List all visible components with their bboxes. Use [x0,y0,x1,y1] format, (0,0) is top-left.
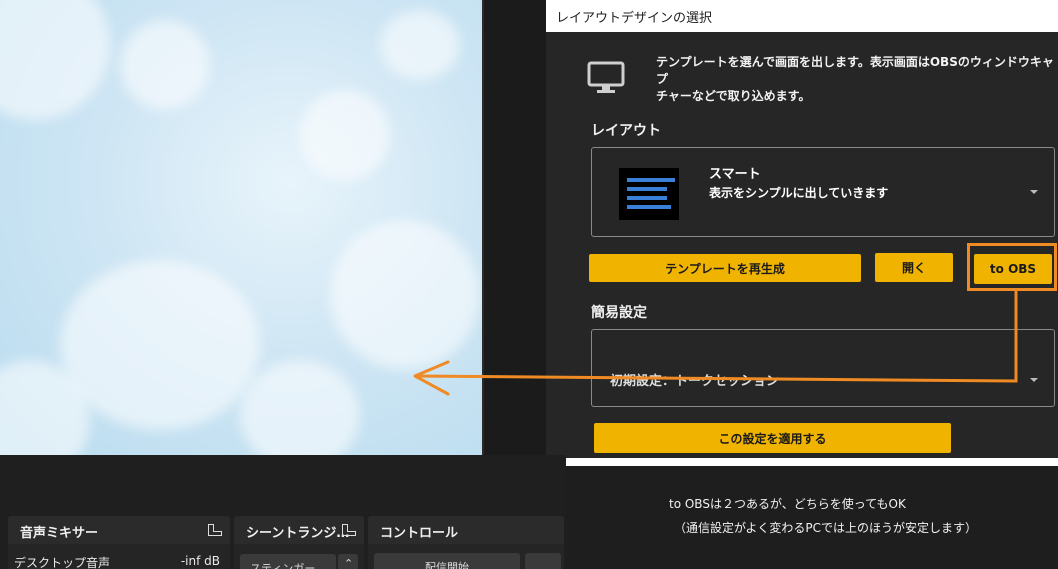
layout-name: スマート [709,167,761,182]
open-button[interactable]: 開く [875,253,953,282]
preview-border [482,0,546,455]
intro-text: テンプレートを選んで画面を出します。表示画面はOBSのウィンドウキャプ チャーな… [656,54,1056,105]
bokeh-light [120,20,210,110]
bokeh-light [300,90,390,180]
chevron-down-icon [1030,378,1038,382]
bokeh-light [240,360,360,455]
simple-settings-label: 簡易設定 [591,305,647,321]
intro-line: テンプレートを選んで画面を出します。表示画面はOBSのウィンドウキャプ [656,55,1054,86]
controls-side-button[interactable] [525,553,561,569]
audio-mixer-title: 音声ミキサー [20,526,99,541]
preview-canvas [0,0,482,455]
dialog-title: レイアウトデザインの選択 [546,0,1058,32]
regenerate-template-button[interactable]: テンプレートを再生成 [589,254,861,282]
simple-settings-select[interactable]: 初期設定：トークセッション [591,329,1055,407]
apply-settings-button[interactable]: この設定を適用する [594,423,951,453]
monitor-icon [587,61,625,93]
simple-settings-value: 初期設定：トークセッション [610,374,780,389]
transition-select[interactable]: スティンガー [240,554,336,569]
layout-label: レイアウト [591,123,661,139]
layout-thumbnail [619,168,679,220]
chevron-down-icon [1030,190,1038,194]
mixer-level: -inf dB [180,554,220,568]
layout-description: 表示をシンプルに出していきます [709,186,889,200]
scene-transition-body: スティンガー ⌃ [234,544,364,569]
bokeh-light [0,0,110,120]
audio-mixer-body: デスクトップ音声 -inf dB [8,544,230,569]
bokeh-light [380,10,460,80]
bokeh-light [60,260,260,430]
mixer-source-label: デスクトップ音声 [14,556,111,569]
layout-select[interactable]: スマート 表示をシンプルに出していきます [591,147,1055,237]
note-area: to OBSは２つあるが、どちらを使ってもOK （通信設定がよく変わるPCでは上… [566,466,1058,569]
to-obs-highlight [967,243,1057,291]
controls-header: コントロール [368,516,564,544]
popout-icon[interactable] [342,524,356,536]
intro-line: チャーなどで取り込めます。 [656,89,811,103]
chevron-up-icon[interactable]: ⌃ [338,554,358,569]
popout-icon[interactable] [208,524,222,536]
controls-title: コントロール [380,526,459,541]
bokeh-light [330,220,480,370]
note-line: to OBSは２つあるが、どちらを使ってもOK [669,497,906,511]
start-streaming-button[interactable]: 配信開始 [374,553,520,569]
scene-transition-header: シーントランジ… [234,516,364,544]
scene-transition-title: シーントランジ… [246,526,350,541]
controls-body: 配信開始 [368,544,564,569]
dialog-bottom-strip [566,458,1058,466]
note-line: （通信設定がよく変わるPCでは上のほうが安定します） [674,521,978,535]
preview-edge [482,0,484,455]
audio-mixer-header: 音声ミキサー [8,516,230,544]
